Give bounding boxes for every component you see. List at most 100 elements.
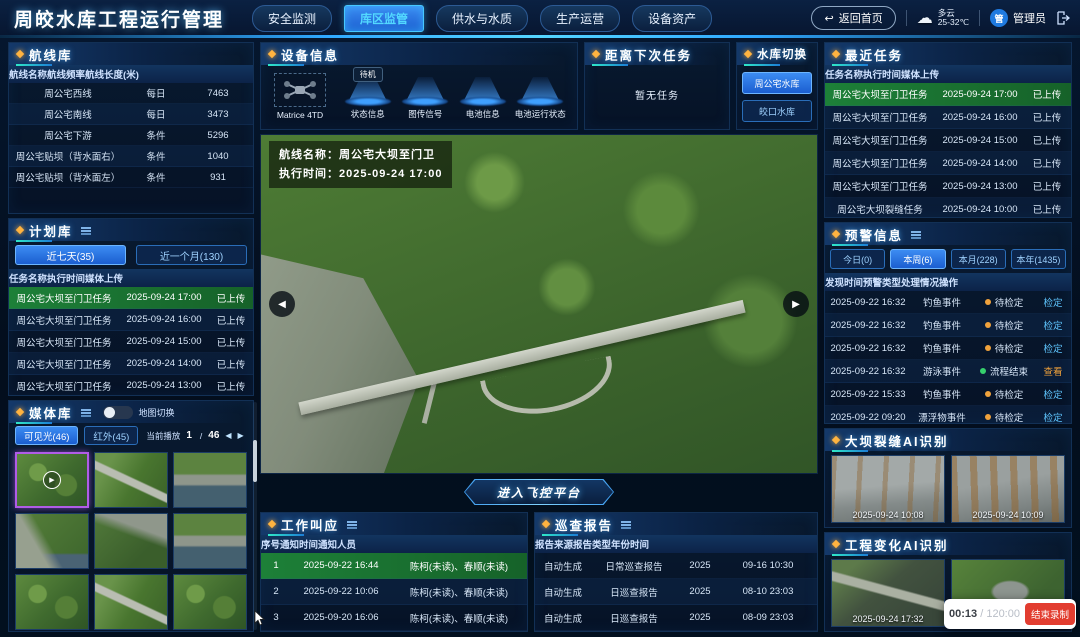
device-status-item[interactable]: 待机 状态信息 — [339, 71, 397, 120]
upload-status: 已上传 — [1025, 202, 1069, 216]
change-thumbnail[interactable]: 2025-09-24 17:32 — [831, 559, 945, 627]
route-row[interactable]: 周公宅南线 每日 3473 — [9, 104, 253, 125]
sort-icon[interactable] — [81, 227, 91, 229]
sort-icon[interactable] — [81, 409, 91, 411]
work-row[interactable]: 1 2025-09-22 16:44 陈柯(未读)、春顺(未读) — [261, 553, 527, 579]
media-thumbnail[interactable] — [173, 574, 247, 630]
prev-page-icon[interactable]: ◀ — [225, 431, 231, 440]
task-time: 2025-09-24 16:00 — [935, 112, 1025, 123]
video-prev-button[interactable]: ◀ — [269, 291, 295, 317]
user-widget[interactable]: 管 管理员 — [990, 9, 1046, 27]
report-row[interactable]: 自动生成 日常巡查报告 2025 09-16 10:30 — [535, 553, 817, 579]
device-status-item[interactable]: 电池运行状态 — [512, 71, 570, 120]
crack-thumbnail[interactable]: 2025-09-24 10:09 — [951, 455, 1065, 523]
reservoir-switch-header: 水库切换 — [737, 43, 817, 65]
device-status-item[interactable]: 图传信号 — [397, 71, 455, 120]
media-thumbnail[interactable] — [94, 452, 168, 508]
report-type: 日巡查报告 — [591, 585, 677, 599]
alert-row[interactable]: 2025-09-22 09:20 漂浮物事件 待检定 检定 — [825, 406, 1071, 424]
report-time: 08-09 23:03 — [723, 612, 813, 623]
alert-range-tab[interactable]: 本年(1435) — [1011, 249, 1066, 269]
plan-row[interactable]: 周公宅大坝至门卫任务 2025-09-24 16:00 已上传 — [9, 309, 253, 331]
next-page-icon[interactable]: ▶ — [238, 431, 244, 440]
report-year: 2025 — [677, 612, 723, 623]
sort-icon[interactable] — [621, 521, 631, 523]
user-name: 管理员 — [1013, 10, 1046, 26]
plan-row[interactable]: 周公宅大坝至门卫任务 2025-09-24 13:00 已上传 — [9, 375, 253, 396]
media-thumbnail[interactable] — [94, 513, 168, 569]
alert-row[interactable]: 2025-09-22 16:32 钓鱼事件 待检定 检定 — [825, 291, 1071, 314]
logout-icon[interactable] — [1056, 11, 1070, 25]
plan-row[interactable]: 周公宅大坝至门卫任务 2025-09-24 14:00 已上传 — [9, 353, 253, 375]
alert-action-link[interactable]: 检定 — [1035, 387, 1071, 401]
dashboard-root: 周皎水库工程运行管理 安全监测库区监管供水与水质生产运营设备资产 ↩ 返回首页 … — [0, 0, 1080, 637]
nav-tab[interactable]: 安全监测 — [252, 5, 332, 32]
recent-task-row[interactable]: 周公宅大坝裂缝任务 2025-09-24 10:00 已上传 — [825, 198, 1071, 218]
alert-range-tab[interactable]: 本周(6) — [890, 249, 945, 269]
toggle-knob — [104, 407, 115, 418]
recent-task-row[interactable]: 周公宅大坝至门卫任务 2025-09-24 13:00 已上传 — [825, 175, 1071, 198]
plan-range-tab[interactable]: 近七天(35) — [15, 245, 126, 265]
back-home-button[interactable]: ↩ 返回首页 — [811, 6, 895, 30]
alert-time: 2025-09-22 09:20 — [825, 412, 911, 423]
video-next-button[interactable]: ▶ — [783, 291, 809, 317]
alert-type: 钓鱼事件 — [911, 318, 973, 332]
alert-action-link[interactable]: 查看 — [1035, 364, 1071, 378]
plan-range-tab[interactable]: 近一个月(130) — [136, 245, 247, 265]
alert-action-link[interactable]: 检定 — [1035, 318, 1071, 332]
alert-row[interactable]: 2025-09-22 16:32 钓鱼事件 待检定 检定 — [825, 337, 1071, 360]
route-row[interactable]: 周公宅贴坝（背水面左） 条件 931 — [9, 167, 253, 188]
sort-icon[interactable] — [911, 231, 921, 233]
upload-status: 已上传 — [1025, 156, 1069, 170]
report-table-head: 报告来源报告类型年份时间 — [535, 535, 817, 553]
nav-tab[interactable]: 供水与水质 — [436, 5, 528, 32]
plan-library-panel: 计划库 近七天(35)近一个月(130) 任务名称执行时间媒体上传 周公宅大坝至… — [8, 218, 254, 396]
media-thumbnail[interactable] — [15, 513, 89, 569]
nav-tab[interactable]: 设备资产 — [632, 5, 712, 32]
route-row[interactable]: 周公宅下游 条件 5296 — [9, 125, 253, 146]
alert-status: 待检定 — [973, 341, 1035, 355]
sort-icon[interactable] — [347, 521, 357, 523]
media-thumbnail[interactable] — [173, 513, 247, 569]
report-type: 日常巡查报告 — [591, 559, 677, 573]
alert-row[interactable]: 2025-09-22 16:32 游泳事件 流程结束 查看 — [825, 360, 1071, 383]
route-row[interactable]: 周公宅西线 每日 7463 — [9, 83, 253, 104]
device-status-item[interactable]: 电池信息 — [454, 71, 512, 120]
media-thumbnail[interactable] — [173, 452, 247, 508]
task-name: 周公宅大坝至门卫任务 — [9, 291, 119, 305]
work-row[interactable]: 3 2025-09-20 16:06 陈柯(未读)、春顺(未读) — [261, 605, 527, 631]
drone-video-feed[interactable]: 航线名称：周公宅大坝至门卫 执行时间：2025-09-24 17:00 ◀ ▶ — [260, 134, 818, 474]
media-thumbnail[interactable] — [15, 574, 89, 630]
work-row[interactable]: 2 2025-09-22 10:06 陈柯(未读)、春顺(未读) — [261, 579, 527, 605]
report-row[interactable]: 自动生成 日巡查报告 2025 08-09 23:03 — [535, 605, 817, 631]
scrollbar-thumb[interactable] — [253, 440, 257, 482]
stop-recording-button[interactable]: 结束录制 — [1025, 603, 1075, 625]
alert-range-tab[interactable]: 本月(228) — [951, 249, 1006, 269]
map-toggle[interactable] — [103, 406, 133, 419]
recent-task-row[interactable]: 周公宅大坝至门卫任务 2025-09-24 15:00 已上传 — [825, 129, 1071, 152]
media-tab[interactable]: 红外(45) — [84, 426, 138, 445]
alert-row[interactable]: 2025-09-22 15:33 钓鱼事件 待检定 检定 — [825, 383, 1071, 406]
route-row[interactable]: 周公宅贴坝（背水面右） 条件 1040 — [9, 146, 253, 167]
reservoir-option-button[interactable]: 周公宅水库 — [742, 72, 812, 94]
recent-task-row[interactable]: 周公宅大坝至门卫任务 2025-09-24 17:00 已上传 — [825, 83, 1071, 106]
crack-thumbnail[interactable]: 2025-09-24 10:08 — [831, 455, 945, 523]
reservoir-option-button[interactable]: 皎口水库 — [742, 100, 812, 122]
plan-row[interactable]: 周公宅大坝至门卫任务 2025-09-24 17:00 已上传 — [9, 287, 253, 309]
alert-action-link[interactable]: 检定 — [1035, 295, 1071, 309]
alert-row[interactable]: 2025-09-22 16:32 钓鱼事件 待检定 检定 — [825, 314, 1071, 337]
nav-tab[interactable]: 生产运营 — [540, 5, 620, 32]
alert-range-tab[interactable]: 今日(0) — [830, 249, 885, 269]
media-thumbnail[interactable]: ▶ — [15, 452, 89, 508]
media-thumbnail[interactable] — [94, 574, 168, 630]
alert-action-link[interactable]: 检定 — [1035, 341, 1071, 355]
media-tab[interactable]: 可见光(46) — [15, 426, 78, 445]
enter-flight-control-button[interactable]: 进入飞控平台 — [464, 479, 614, 505]
drone-item[interactable]: Matrice 4TD — [269, 73, 331, 120]
nav-tab[interactable]: 库区监管 — [344, 5, 424, 32]
alert-action-link[interactable]: 检定 — [1035, 410, 1071, 424]
recent-task-row[interactable]: 周公宅大坝至门卫任务 2025-09-24 14:00 已上传 — [825, 152, 1071, 175]
plan-row[interactable]: 周公宅大坝至门卫任务 2025-09-24 15:00 已上传 — [9, 331, 253, 353]
recent-task-row[interactable]: 周公宅大坝至门卫任务 2025-09-24 16:00 已上传 — [825, 106, 1071, 129]
report-row[interactable]: 自动生成 日巡查报告 2025 08-10 23:03 — [535, 579, 817, 605]
